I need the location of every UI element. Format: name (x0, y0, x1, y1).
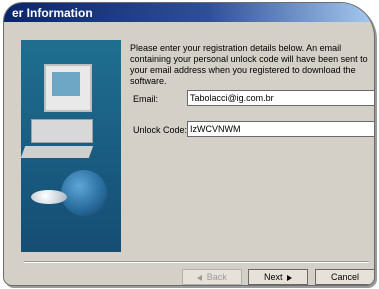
monitor-screen (52, 72, 80, 96)
computer-illustration (20, 40, 121, 252)
unlock-code-field[interactable]: IzWCVNWM (187, 121, 374, 137)
cancel-button[interactable]: Cancel (315, 269, 374, 285)
next-button-label: Next (263, 272, 283, 282)
unlock-code-label: Unlock Code: (133, 125, 188, 135)
back-button-label: Back (206, 272, 227, 282)
monitor-icon (44, 64, 92, 112)
disc-icon (31, 190, 67, 204)
keyboard-icon (20, 146, 94, 158)
cancel-button-label: Cancel (330, 272, 359, 282)
window-title: er Information (12, 6, 93, 20)
globe-icon (61, 170, 107, 216)
computer-case-icon (31, 119, 93, 143)
email-label: Email: (133, 94, 159, 104)
instructions-text: Please enter your registration details b… (130, 43, 368, 86)
registration-dialog: er Information Please enter your registr… (4, 3, 374, 285)
back-button[interactable]: Back (182, 269, 242, 285)
email-field[interactable]: Tabolacci@ig.com.br (187, 90, 374, 106)
chevron-right-icon (287, 274, 293, 281)
next-button[interactable]: Next (248, 269, 308, 285)
divider (24, 261, 369, 262)
chevron-left-icon (197, 274, 203, 281)
title-bar[interactable]: er Information (4, 3, 374, 22)
